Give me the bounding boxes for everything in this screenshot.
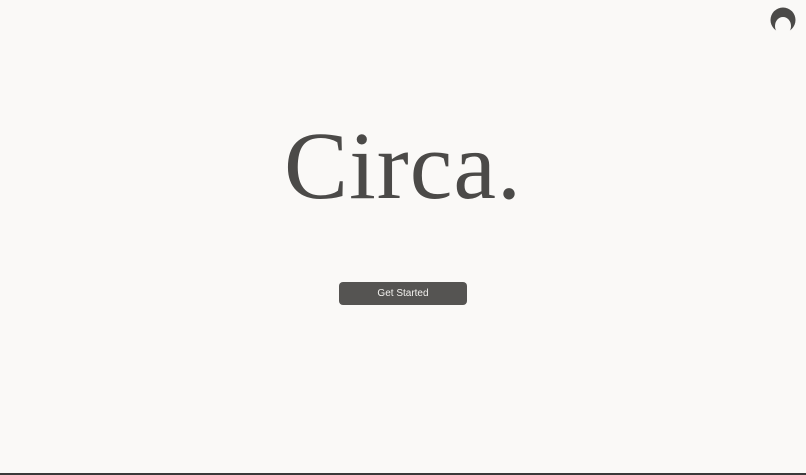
half-moon-logo-icon <box>770 7 796 35</box>
landing-screen: Circa. Get Started <box>0 0 806 475</box>
brand-title: Circa. <box>284 112 522 219</box>
get-started-button[interactable]: Get Started <box>339 282 467 305</box>
